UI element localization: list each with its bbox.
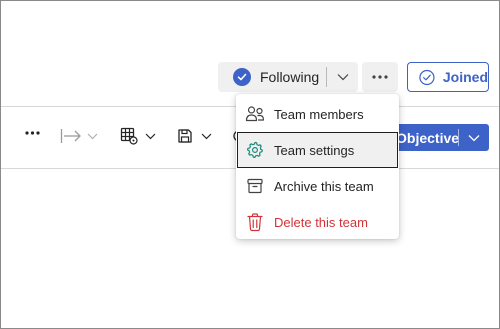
- archive-icon: [245, 176, 265, 196]
- ellipsis-icon: [25, 131, 40, 135]
- toolbar-more-button[interactable]: [25, 131, 40, 135]
- menu-item-archive-team[interactable]: Archive this team: [236, 168, 399, 204]
- table-settings-icon: [120, 127, 138, 145]
- gear-icon: [245, 140, 265, 160]
- people-icon: [245, 104, 265, 124]
- team-options-menu: Team members Team settings Archive this …: [236, 94, 399, 239]
- ellipsis-icon: [372, 75, 388, 79]
- chevron-down-icon: [468, 134, 480, 141]
- save-view-button[interactable]: [177, 128, 212, 144]
- save-icon: [178, 129, 192, 143]
- chevron-down-icon: [201, 133, 212, 139]
- checkmark-circle-outline-icon: [419, 69, 435, 85]
- following-split-button: Following: [218, 62, 358, 92]
- menu-item-delete-team[interactable]: Delete this team: [236, 204, 399, 240]
- chevron-down-icon: [145, 133, 156, 139]
- table-settings-button[interactable]: [120, 127, 156, 145]
- more-options-button[interactable]: [362, 62, 398, 92]
- menu-item-label: Archive this team: [274, 178, 374, 194]
- following-dropdown-button[interactable]: [327, 62, 358, 92]
- checkmark-circle-icon: [233, 68, 251, 86]
- new-objective-button[interactable]: Objective: [391, 130, 459, 146]
- menu-item-label: Team members: [274, 106, 364, 122]
- menu-item-team-members[interactable]: Team members: [236, 96, 399, 132]
- menu-item-label: Team settings: [274, 142, 355, 158]
- new-objective-split-button: Objective: [391, 124, 489, 151]
- objective-dropdown-button[interactable]: [459, 124, 489, 151]
- menu-item-team-settings[interactable]: Team settings: [237, 132, 398, 168]
- chevron-down-icon: [87, 133, 98, 139]
- trash-icon: [245, 212, 265, 232]
- menu-item-label: Delete this team: [274, 214, 368, 230]
- joined-label: Joined: [442, 69, 488, 85]
- arrow-right-to-bar-icon: [60, 129, 81, 143]
- indent-button[interactable]: [60, 128, 98, 144]
- following-button[interactable]: Following: [218, 62, 326, 92]
- chevron-down-icon: [337, 74, 348, 81]
- following-label: Following: [260, 69, 320, 85]
- joined-button[interactable]: Joined: [407, 62, 489, 92]
